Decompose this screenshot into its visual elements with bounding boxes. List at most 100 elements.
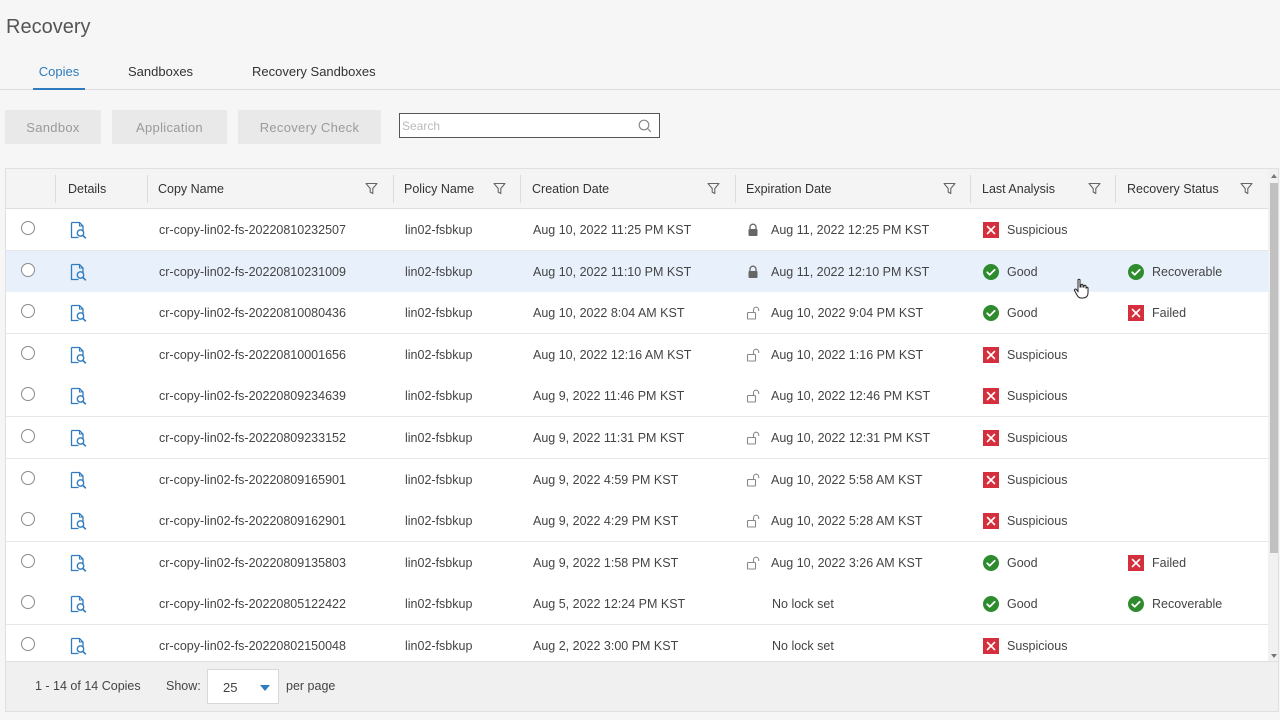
row-select-radio[interactable] bbox=[21, 512, 35, 527]
filter-icon[interactable] bbox=[493, 182, 506, 195]
recovery-status-cell: Recoverable bbox=[1152, 597, 1223, 612]
details-icon[interactable] bbox=[68, 262, 88, 282]
last-analysis-cell: Good bbox=[1007, 306, 1038, 321]
details-icon[interactable] bbox=[68, 428, 88, 448]
details-icon[interactable] bbox=[68, 594, 88, 614]
tab-sandboxes[interactable]: Sandboxes bbox=[128, 56, 193, 90]
filter-icon[interactable] bbox=[365, 182, 378, 195]
details-icon[interactable] bbox=[68, 303, 88, 323]
creation-date-cell: Aug 9, 2022 11:46 PM KST bbox=[533, 389, 685, 404]
details-icon[interactable] bbox=[68, 220, 88, 240]
search-input[interactable] bbox=[400, 114, 630, 137]
column-header-copy-name[interactable]: Copy Name bbox=[158, 169, 224, 209]
copy-name-cell: cr-copy-lin02-fs-20220810231009 bbox=[159, 264, 346, 279]
x-square-icon bbox=[983, 222, 999, 238]
details-icon[interactable] bbox=[68, 636, 88, 656]
column-separator bbox=[147, 175, 148, 203]
last-analysis-cell: Suspicious bbox=[1007, 514, 1068, 529]
unlock-icon bbox=[746, 306, 760, 320]
recovery-status-cell: Failed bbox=[1152, 306, 1187, 321]
pagination-summary: 1 - 14 of 14 Copies bbox=[35, 679, 141, 693]
filter-icon[interactable] bbox=[707, 182, 720, 195]
details-icon[interactable] bbox=[68, 345, 88, 365]
check-circle-icon bbox=[983, 554, 999, 571]
policy-name-cell: lin02-fsbkup bbox=[405, 639, 473, 653]
row-select-radio[interactable] bbox=[21, 637, 35, 651]
creation-date-cell: Aug 10, 2022 8:04 AM KST bbox=[533, 306, 685, 321]
table-row[interactable]: cr-copy-lin02-fs-20220810232507 lin02-fsb… bbox=[6, 209, 1268, 251]
unlock-icon bbox=[746, 431, 760, 445]
copy-name-cell: cr-copy-lin02-fs-20220810080436 bbox=[159, 306, 346, 321]
x-square-icon bbox=[983, 638, 999, 654]
row-select-radio[interactable] bbox=[21, 304, 35, 319]
details-icon[interactable] bbox=[68, 470, 88, 490]
row-select-radio[interactable] bbox=[21, 345, 35, 360]
search-icon[interactable] bbox=[638, 119, 652, 133]
copies-table: Details Copy Name Policy Name Creation D… bbox=[5, 168, 1279, 662]
lock-icon bbox=[746, 265, 760, 279]
creation-date-cell: Aug 10, 2022 11:10 PM KST bbox=[533, 264, 692, 279]
policy-name-cell: lin02-fsbkup bbox=[405, 431, 473, 445]
details-icon[interactable] bbox=[68, 386, 88, 406]
chevron-down-icon bbox=[260, 685, 270, 691]
x-square-icon bbox=[983, 388, 999, 405]
table-row[interactable]: cr-copy-lin02-fs-20220805122422 lin02-fsb… bbox=[6, 583, 1268, 626]
tab-recovery-sandboxes[interactable]: Recovery Sandboxes bbox=[252, 56, 376, 90]
table-row[interactable]: cr-copy-lin02-fs-20220809234639 lin02-fsb… bbox=[6, 375, 1268, 418]
column-header-last-analysis[interactable]: Last Analysis bbox=[982, 169, 1055, 209]
details-icon[interactable] bbox=[68, 553, 88, 573]
table-row[interactable]: cr-copy-lin02-fs-20220809162901 lin02-fsb… bbox=[6, 500, 1268, 543]
policy-name-cell: lin02-fsbkup bbox=[405, 306, 473, 321]
expiration-date-cell: No lock set bbox=[772, 639, 834, 653]
scroll-up-arrow[interactable] bbox=[1271, 174, 1277, 178]
column-header-policy-name[interactable]: Policy Name bbox=[404, 169, 474, 209]
scroll-down-arrow[interactable] bbox=[1271, 654, 1277, 658]
page-size-value: 25 bbox=[223, 680, 238, 695]
creation-date-cell: Aug 10, 2022 11:25 PM KST bbox=[533, 223, 692, 237]
table-row[interactable]: cr-copy-lin02-fs-20220810001656 lin02-fsb… bbox=[6, 333, 1268, 376]
expiration-date-cell: Aug 11, 2022 12:25 PM KST bbox=[771, 223, 930, 237]
table-row[interactable]: cr-copy-lin02-fs-20220809135803 lin02-fsb… bbox=[6, 541, 1268, 584]
filter-icon[interactable] bbox=[943, 182, 956, 195]
sandbox-button[interactable]: Sandbox bbox=[5, 110, 101, 144]
unlock-icon bbox=[746, 514, 760, 528]
row-select-radio[interactable] bbox=[21, 553, 35, 568]
table-header: Details Copy Name Policy Name Creation D… bbox=[6, 169, 1268, 209]
creation-date-cell: Aug 9, 2022 4:59 PM KST bbox=[533, 472, 679, 487]
expiration-date-cell: Aug 10, 2022 9:04 PM KST bbox=[771, 306, 924, 321]
column-separator bbox=[55, 175, 56, 203]
policy-name-cell: lin02-fsbkup bbox=[405, 347, 473, 362]
x-square-icon bbox=[983, 430, 999, 446]
column-header-recovery-status[interactable]: Recovery Status bbox=[1127, 169, 1219, 209]
row-select-radio[interactable] bbox=[21, 262, 35, 277]
row-select-radio[interactable] bbox=[21, 387, 35, 402]
page-size-select[interactable]: 25 bbox=[207, 669, 279, 704]
expiration-date-cell: Aug 10, 2022 3:26 AM KST bbox=[771, 555, 923, 570]
row-select-radio[interactable] bbox=[21, 595, 35, 610]
expiration-date-cell: Aug 10, 2022 5:28 AM KST bbox=[771, 514, 923, 529]
row-select-radio[interactable] bbox=[21, 429, 35, 443]
filter-icon[interactable] bbox=[1240, 182, 1253, 195]
page-title: Recovery bbox=[6, 16, 91, 38]
last-analysis-cell: Suspicious bbox=[1007, 347, 1068, 362]
creation-date-cell: Aug 5, 2022 12:24 PM KST bbox=[533, 597, 686, 612]
table-row[interactable]: cr-copy-lin02-fs-20220802150048 lin02-fsb… bbox=[6, 625, 1268, 661]
tab-copies[interactable]: Copies bbox=[33, 56, 85, 90]
unlock-icon bbox=[746, 473, 760, 487]
x-square-icon bbox=[1128, 305, 1144, 322]
recovery-check-button[interactable]: Recovery Check bbox=[238, 110, 381, 144]
filter-icon[interactable] bbox=[1088, 182, 1101, 195]
table-row[interactable]: cr-copy-lin02-fs-20220809233152 lin02-fsb… bbox=[6, 417, 1268, 459]
row-select-radio[interactable] bbox=[21, 221, 35, 235]
x-square-icon bbox=[983, 346, 999, 363]
application-button[interactable]: Application bbox=[112, 110, 227, 144]
column-header-expiration-date[interactable]: Expiration Date bbox=[746, 169, 831, 209]
table-row[interactable]: cr-copy-lin02-fs-20220809165901 lin02-fsb… bbox=[6, 458, 1268, 501]
copy-name-cell: cr-copy-lin02-fs-20220809135803 bbox=[159, 555, 346, 570]
table-scrollbar[interactable] bbox=[1268, 169, 1278, 661]
details-icon[interactable] bbox=[68, 511, 88, 531]
row-select-radio[interactable] bbox=[21, 470, 35, 485]
scroll-thumb[interactable] bbox=[1270, 183, 1278, 553]
copy-name-cell: cr-copy-lin02-fs-20220805122422 bbox=[159, 597, 346, 612]
column-header-creation-date[interactable]: Creation Date bbox=[532, 169, 609, 209]
